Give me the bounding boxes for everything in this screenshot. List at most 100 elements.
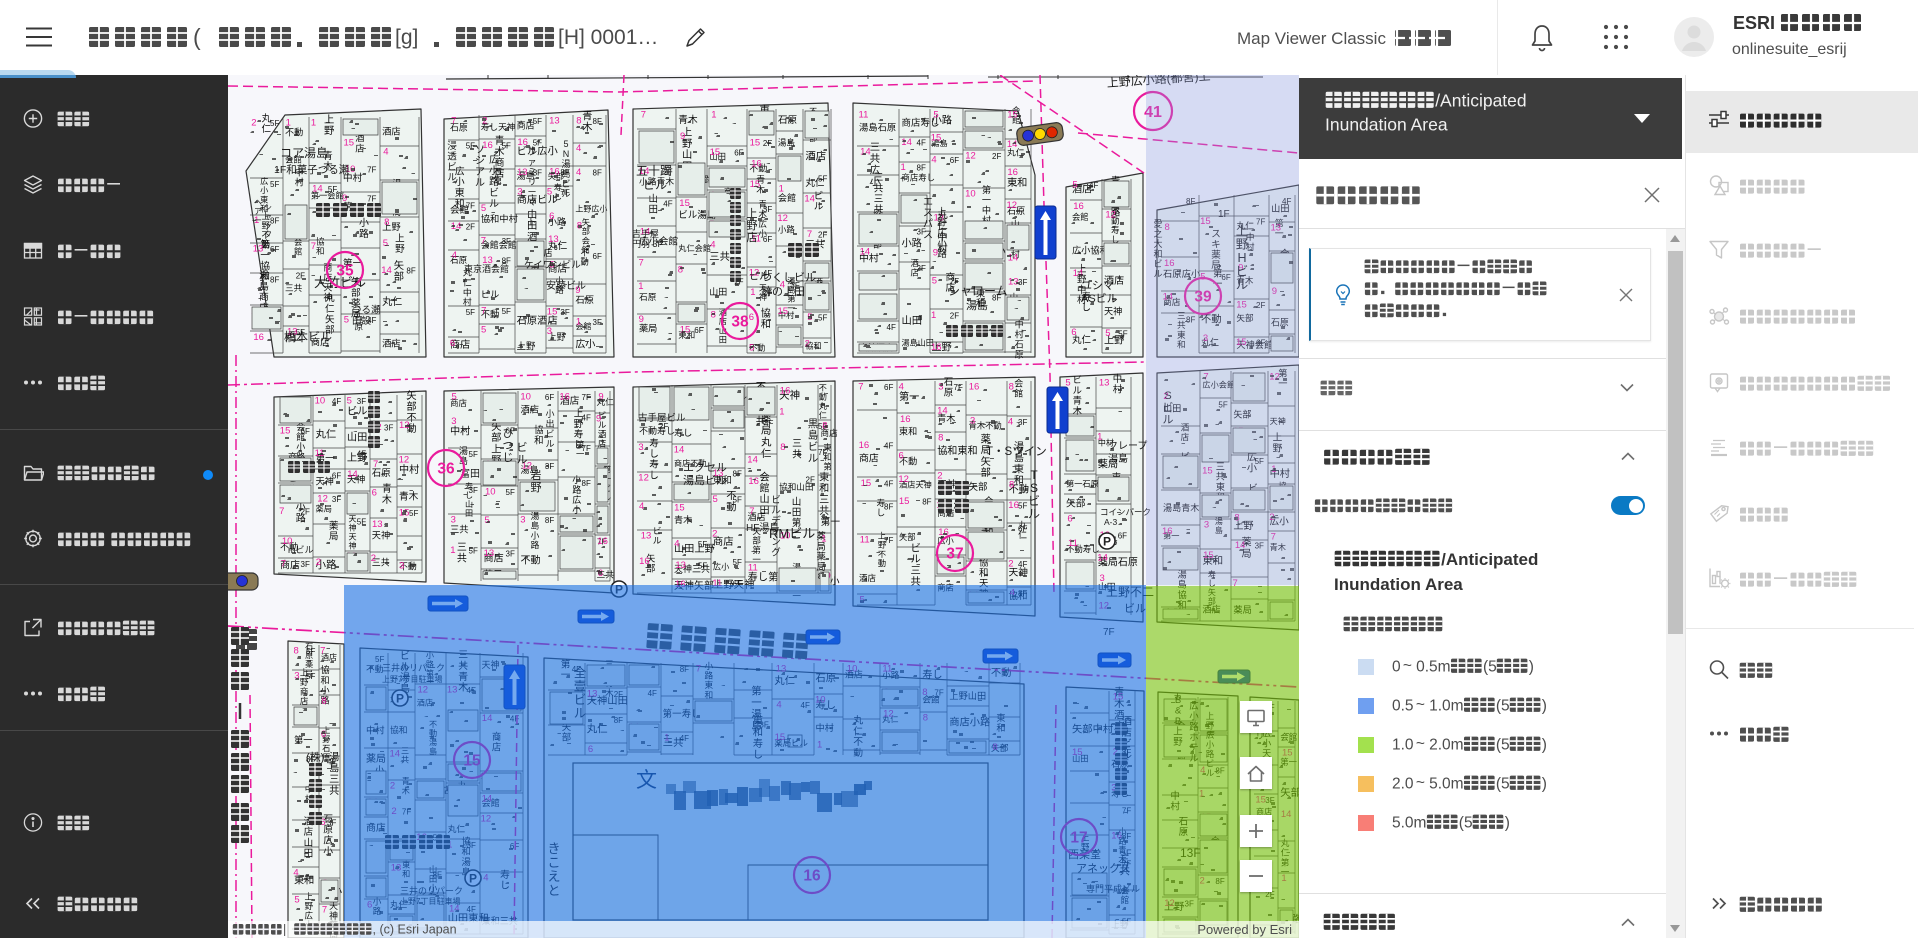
svg-text:5: 5: [294, 894, 299, 905]
svg-text:2: 2: [371, 553, 376, 564]
svg-text:15: 15: [680, 324, 691, 335]
svg-text:7F: 7F: [884, 536, 893, 545]
svg-text:5F: 5F: [270, 119, 279, 128]
svg-text:天神天神: 天神天神: [349, 514, 357, 550]
svg-text:古手屋ビル: 古手屋ビル: [638, 412, 686, 424]
svg-text:2: 2: [251, 118, 256, 129]
svg-text:5F: 5F: [328, 185, 337, 194]
svg-text:石原: 石原: [639, 292, 657, 302]
svg-text:4: 4: [710, 239, 715, 250]
svg-text:7: 7: [320, 646, 325, 657]
svg-text:石原: 石原: [944, 377, 954, 399]
svg-text:|: |: [283, 923, 286, 937]
svg-text:16: 16: [559, 392, 570, 403]
svg-text:酒店: 酒店: [859, 573, 877, 583]
svg-text:/Anticipated: /Anticipated: [1441, 550, 1538, 569]
svg-text:ヘアー: ヘアー: [254, 198, 262, 225]
svg-text:[g]: [g]: [395, 26, 418, 49]
svg-text:1: 1: [750, 287, 755, 298]
svg-text:中村: 中村: [1113, 373, 1123, 394]
svg-text:16: 16: [1008, 500, 1019, 511]
svg-text:ビル: ビル: [643, 178, 667, 192]
svg-text:6F: 6F: [545, 393, 554, 402]
svg-text:6: 6: [321, 729, 326, 740]
svg-text:~: ~: [1416, 775, 1425, 792]
svg-text:会館山田: 会館山田: [759, 470, 769, 516]
svg-text:4: 4: [383, 146, 388, 157]
svg-text:12: 12: [965, 151, 976, 162]
svg-text:6F: 6F: [1118, 532, 1127, 541]
svg-text:16: 16: [1073, 201, 1084, 212]
svg-text:コア湯島: コア湯島: [280, 145, 328, 160]
svg-text:上野店: 上野店: [747, 207, 758, 244]
svg-text:不動丸仁: 不動丸仁: [819, 384, 827, 420]
svg-text:2: 2: [937, 470, 942, 481]
svg-text:ケイワンビル: ケイワンビル: [524, 260, 581, 271]
svg-text:15: 15: [750, 179, 761, 190]
svg-text:会館: 会館: [1072, 212, 1089, 222]
svg-text:つくしビル: つくしビル: [761, 271, 816, 284]
svg-text:14: 14: [312, 183, 323, 194]
svg-text:山田: 山田: [649, 194, 659, 216]
svg-text:青木: 青木: [382, 482, 392, 506]
svg-text:12: 12: [638, 473, 649, 484]
svg-text:3F: 3F: [327, 819, 336, 828]
svg-text:ビル: ビル: [653, 526, 662, 546]
svg-text:5F: 5F: [409, 509, 418, 518]
svg-text:東和三共: 東和三共: [819, 471, 829, 517]
svg-text:5F: 5F: [502, 307, 511, 316]
svg-text:3: 3: [451, 416, 456, 427]
svg-text:2: 2: [316, 557, 321, 568]
svg-text:8F: 8F: [884, 503, 893, 512]
svg-text:湯島石原: 湯島石原: [859, 122, 896, 133]
svg-text:三共: 三共: [285, 283, 303, 293]
svg-text:中村石原: 中村石原: [1015, 318, 1024, 359]
svg-text:天神: 天神: [1104, 306, 1122, 317]
svg-text:岩野: 岩野: [531, 468, 542, 494]
svg-text:15: 15: [674, 502, 685, 513]
svg-text:16: 16: [597, 536, 608, 547]
svg-text:2F: 2F: [466, 223, 475, 232]
svg-text:5: 5: [347, 396, 352, 407]
svg-text:5F: 5F: [306, 647, 315, 656]
svg-text:0.5m: 0.5m: [1416, 658, 1450, 675]
svg-text:6F: 6F: [763, 235, 772, 244]
svg-text:6F: 6F: [301, 427, 310, 436]
svg-text:4F: 4F: [917, 139, 926, 148]
svg-text:1: 1: [311, 118, 316, 129]
svg-text:7: 7: [451, 116, 456, 127]
svg-text:酒店: 酒店: [521, 403, 540, 414]
svg-text:14: 14: [860, 147, 871, 158]
svg-text:橋本ビル: 橋本ビル: [284, 330, 332, 344]
svg-text:4F: 4F: [582, 413, 591, 422]
svg-text:1: 1: [901, 162, 906, 173]
svg-text:35: 35: [336, 263, 354, 280]
svg-text:ESRI: ESRI: [1733, 13, 1775, 33]
svg-text:12: 12: [898, 474, 909, 485]
svg-text:8F: 8F: [922, 497, 931, 506]
svg-text:7: 7: [281, 558, 286, 569]
svg-text:湯島: 湯島: [1108, 452, 1128, 465]
svg-text:石原: 石原: [575, 295, 594, 305]
svg-text:ビル: ビル: [481, 290, 500, 300]
svg-text:6: 6: [1067, 514, 1072, 525]
svg-text:36: 36: [437, 461, 455, 478]
svg-text:/Anticipated: /Anticipated: [1435, 90, 1526, 110]
svg-text:8: 8: [576, 116, 581, 127]
svg-text:6F: 6F: [1018, 525, 1027, 534]
svg-text:1: 1: [711, 110, 716, 121]
svg-text:5F: 5F: [1018, 502, 1027, 511]
svg-text:ひつじ: ひつじ: [503, 428, 514, 464]
svg-text:2: 2: [712, 529, 717, 540]
svg-text:13: 13: [1099, 378, 1110, 389]
svg-text:1: 1: [779, 184, 784, 195]
svg-text:4F: 4F: [884, 479, 893, 488]
svg-text:1.0m: 1.0m: [1429, 697, 1463, 714]
svg-text:14: 14: [1073, 268, 1084, 279]
svg-text:コインパーク: コインパーク: [1100, 507, 1151, 517]
svg-text:7: 7: [639, 258, 644, 269]
svg-text:12: 12: [317, 494, 328, 505]
svg-text:1F和菓子つる瀬: 1F和菓子つる瀬: [274, 163, 350, 176]
svg-text:14: 14: [1097, 553, 1108, 564]
svg-text:7: 7: [807, 229, 812, 240]
